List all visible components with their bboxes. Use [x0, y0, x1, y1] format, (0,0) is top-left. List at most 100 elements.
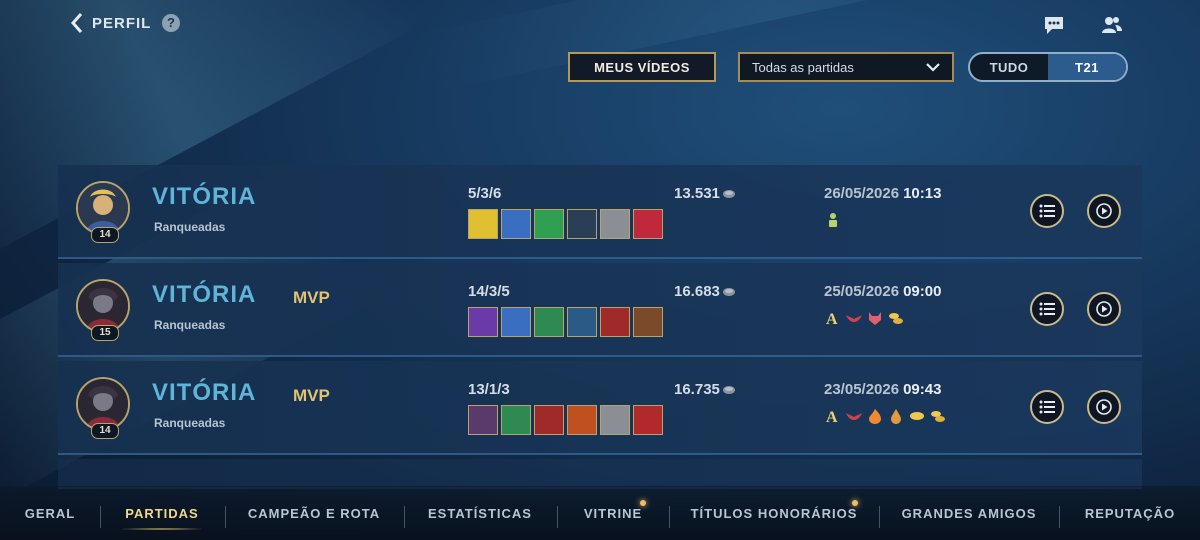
mvp-badge: MVP — [293, 288, 330, 307]
toggle-all[interactable]: TUDO — [970, 54, 1048, 80]
item-slot — [501, 307, 531, 337]
match-datetime: 25/05/2026 09:00 — [824, 283, 941, 300]
chat-bubble-icon[interactable] — [1043, 14, 1065, 36]
drop-medal-icon — [891, 409, 901, 424]
svg-text:A: A — [826, 409, 838, 425]
toggle-season-t21[interactable]: T21 — [1048, 54, 1126, 80]
gold-amount: 16.735 — [674, 381, 736, 398]
tab-divider — [100, 506, 101, 528]
item-slot — [600, 209, 630, 239]
bottom-nav: GERAL PARTIDAS CAMPEÃO E ROTA ESTATÍSTIC… — [0, 486, 1200, 540]
item-slot — [567, 307, 597, 337]
tab-partidas[interactable]: PARTIDAS — [112, 486, 212, 540]
match-time: 10:13 — [903, 185, 942, 202]
item-slot — [633, 209, 663, 239]
kda-score: 14/3/5 — [468, 283, 510, 300]
match-details-button[interactable] — [1030, 390, 1064, 424]
tab-divider — [1059, 506, 1060, 528]
match-filter-value: Todas as partidas — [752, 59, 854, 75]
mvp-badge: MVP — [293, 386, 330, 405]
match-datetime: 26/05/2026 10:13 — [824, 185, 941, 202]
coins-medal-icon — [889, 313, 903, 324]
item-build — [468, 209, 663, 239]
match-time: 09:00 — [903, 283, 942, 300]
gold-coin-icon — [722, 189, 735, 198]
tab-divider — [557, 506, 558, 528]
item-slot — [534, 209, 564, 239]
match-result: VITÓRIA — [152, 183, 257, 210]
match-filter-select[interactable]: Todas as partidas — [738, 52, 954, 82]
match-details-button[interactable] — [1030, 292, 1064, 326]
tab-grandes-amigos[interactable]: GRANDES AMIGOS — [892, 486, 1046, 540]
coin-medal-icon — [910, 412, 924, 420]
match-mode: Ranqueadas — [154, 318, 226, 332]
item-slot — [468, 209, 498, 239]
a-medal-icon: A — [826, 311, 838, 327]
tab-reputacao[interactable]: REPUTAÇÃO — [1072, 486, 1188, 540]
match-row-partial — [58, 459, 1142, 489]
coins-medal-icon — [931, 411, 945, 422]
tab-titulos-honorarios[interactable]: TÍTULOS HONORÁRIOS — [682, 486, 866, 540]
item-slot — [534, 307, 564, 337]
gold-value: 16.735 — [674, 381, 720, 398]
wings-medal-icon — [846, 413, 862, 420]
tab-divider — [225, 506, 226, 528]
notification-dot — [640, 500, 646, 506]
tab-campeao-e-rota[interactable]: CAMPEÃO E ROTA — [238, 486, 390, 540]
match-date: 25/05/2026 — [824, 283, 900, 300]
replay-icon — [1096, 399, 1112, 415]
chevron-down-icon — [926, 63, 940, 72]
match-details-button[interactable] — [1030, 194, 1064, 228]
gold-value: 16.683 — [674, 283, 720, 300]
tab-vitrine[interactable]: VITRINE — [570, 486, 656, 540]
gold-coin-icon — [722, 287, 735, 296]
match-datetime: 23/05/2026 09:43 — [824, 381, 941, 398]
list-icon — [1039, 204, 1055, 218]
svg-text:A: A — [826, 311, 838, 327]
list-icon — [1039, 302, 1055, 316]
flame-medal-icon — [869, 409, 881, 424]
figure-medal-icon — [829, 213, 837, 227]
friends-icon[interactable] — [1101, 14, 1123, 36]
demon-medal-icon — [869, 312, 881, 325]
item-slot — [633, 307, 663, 337]
season-toggle[interactable]: TUDO T21 — [968, 52, 1128, 82]
gold-value: 13.531 — [674, 185, 720, 202]
help-icon[interactable]: ? — [162, 14, 180, 32]
my-videos-button[interactable]: MEUS VÍDEOS — [568, 52, 716, 82]
match-mode: Ranqueadas — [154, 220, 226, 234]
tab-estatisticas[interactable]: ESTATÍSTICAS — [416, 486, 544, 540]
replay-icon — [1096, 301, 1112, 317]
match-row[interactable]: 15 VITÓRIA Ranqueadas MVP 14/3/5 16.683 … — [58, 263, 1142, 357]
replay-icon — [1096, 203, 1112, 219]
replay-button[interactable] — [1087, 194, 1121, 228]
replay-button[interactable] — [1087, 292, 1121, 326]
champion-level-badge: 15 — [91, 325, 119, 341]
item-build — [468, 405, 663, 435]
chevron-left-icon — [70, 13, 83, 33]
gold-amount: 16.683 — [674, 283, 736, 300]
match-result: VITÓRIA — [152, 379, 257, 406]
gold-coin-icon — [722, 385, 735, 394]
item-slot — [534, 405, 564, 435]
wings-medal-icon — [846, 315, 862, 322]
kda-score: 13/1/3 — [468, 381, 510, 398]
notification-dot — [852, 500, 858, 506]
champion-level-badge: 14 — [91, 227, 119, 243]
match-row[interactable]: 14 VITÓRIA Ranqueadas MVP 13/1/3 16.735 … — [58, 361, 1142, 455]
medal-list — [824, 211, 842, 229]
medal-list: A — [824, 407, 947, 425]
back-button[interactable]: PERFIL — [70, 12, 151, 34]
gold-amount: 13.531 — [674, 185, 736, 202]
item-slot — [567, 209, 597, 239]
item-slot — [633, 405, 663, 435]
match-row[interactable]: 14 VITÓRIA Ranqueadas 5/3/6 13.531 26/05… — [58, 165, 1142, 259]
match-time: 09:43 — [903, 381, 942, 398]
match-date: 26/05/2026 — [824, 185, 900, 202]
kda-score: 5/3/6 — [468, 185, 502, 202]
item-slot — [600, 307, 630, 337]
item-build — [468, 307, 663, 337]
match-date: 23/05/2026 — [824, 381, 900, 398]
replay-button[interactable] — [1087, 390, 1121, 424]
tab-geral[interactable]: GERAL — [14, 486, 86, 540]
